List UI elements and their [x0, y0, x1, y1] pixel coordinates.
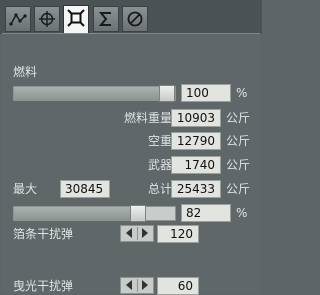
fuel-weight-unit: 公斤: [226, 111, 251, 125]
flare-label: 曳光干扰弹: [13, 279, 74, 293]
load-percent-unit: %: [236, 206, 248, 220]
fuel-percent-field[interactable]: 100: [181, 84, 231, 102]
prohibited-icon: [127, 11, 143, 27]
fuel-slider-fill: [14, 87, 167, 100]
weapons-weight-unit: 公斤: [226, 158, 251, 172]
fuel-percent-unit: %: [236, 86, 248, 100]
fuel-slider-thumb[interactable]: [159, 85, 175, 102]
empty-weight-label: 空重: [148, 134, 173, 148]
increment-arrow-icon[interactable]: [142, 228, 148, 238]
chaff-count[interactable]: 120: [157, 225, 199, 243]
increment-arrow-icon[interactable]: [142, 280, 148, 290]
fuel-weight-value: 10903: [171, 109, 221, 127]
chaff-stepper[interactable]: [120, 225, 154, 242]
loadout-panel: [2, 33, 260, 294]
decrement-arrow-icon[interactable]: [126, 228, 132, 238]
fuel-slider[interactable]: [13, 85, 176, 102]
weapons-weight-value: 1740: [171, 156, 221, 174]
chaff-label: 箔条干扰弹: [13, 227, 74, 241]
fuel-weight-label: 燃料重量: [124, 111, 173, 125]
empty-weight-value: 12790: [171, 132, 221, 150]
load-slider-fill: [14, 207, 139, 220]
crosshair-icon: [39, 11, 55, 27]
max-weight-value: 30845: [60, 180, 110, 198]
empty-weight-unit: 公斤: [226, 134, 251, 148]
load-percent-field[interactable]: 82: [181, 204, 231, 222]
tab-loadout[interactable]: [63, 5, 89, 34]
total-weight-value: 25433: [171, 180, 221, 198]
sigma-icon: [98, 12, 111, 26]
flare-count[interactable]: 60: [157, 277, 199, 295]
tab-target[interactable]: [34, 6, 60, 32]
loadout-icon: [67, 9, 85, 27]
load-slider-thumb[interactable]: [130, 205, 147, 222]
decrement-arrow-icon[interactable]: [126, 280, 132, 290]
total-weight-label: 总计: [148, 182, 173, 196]
fuel-label: 燃料: [13, 65, 38, 79]
tab-statistics[interactable]: [93, 6, 119, 32]
total-weight-unit: 公斤: [226, 182, 251, 196]
tab-disabled[interactable]: [122, 6, 148, 32]
waypoint-route-icon: [9, 13, 27, 26]
flare-stepper[interactable]: [120, 277, 154, 294]
tab-bar: [0, 0, 262, 34]
load-slider[interactable]: [13, 205, 176, 222]
weapons-weight-label: 武器: [148, 158, 173, 172]
tab-route[interactable]: [5, 6, 31, 32]
max-weight-label: 最大: [13, 182, 38, 196]
